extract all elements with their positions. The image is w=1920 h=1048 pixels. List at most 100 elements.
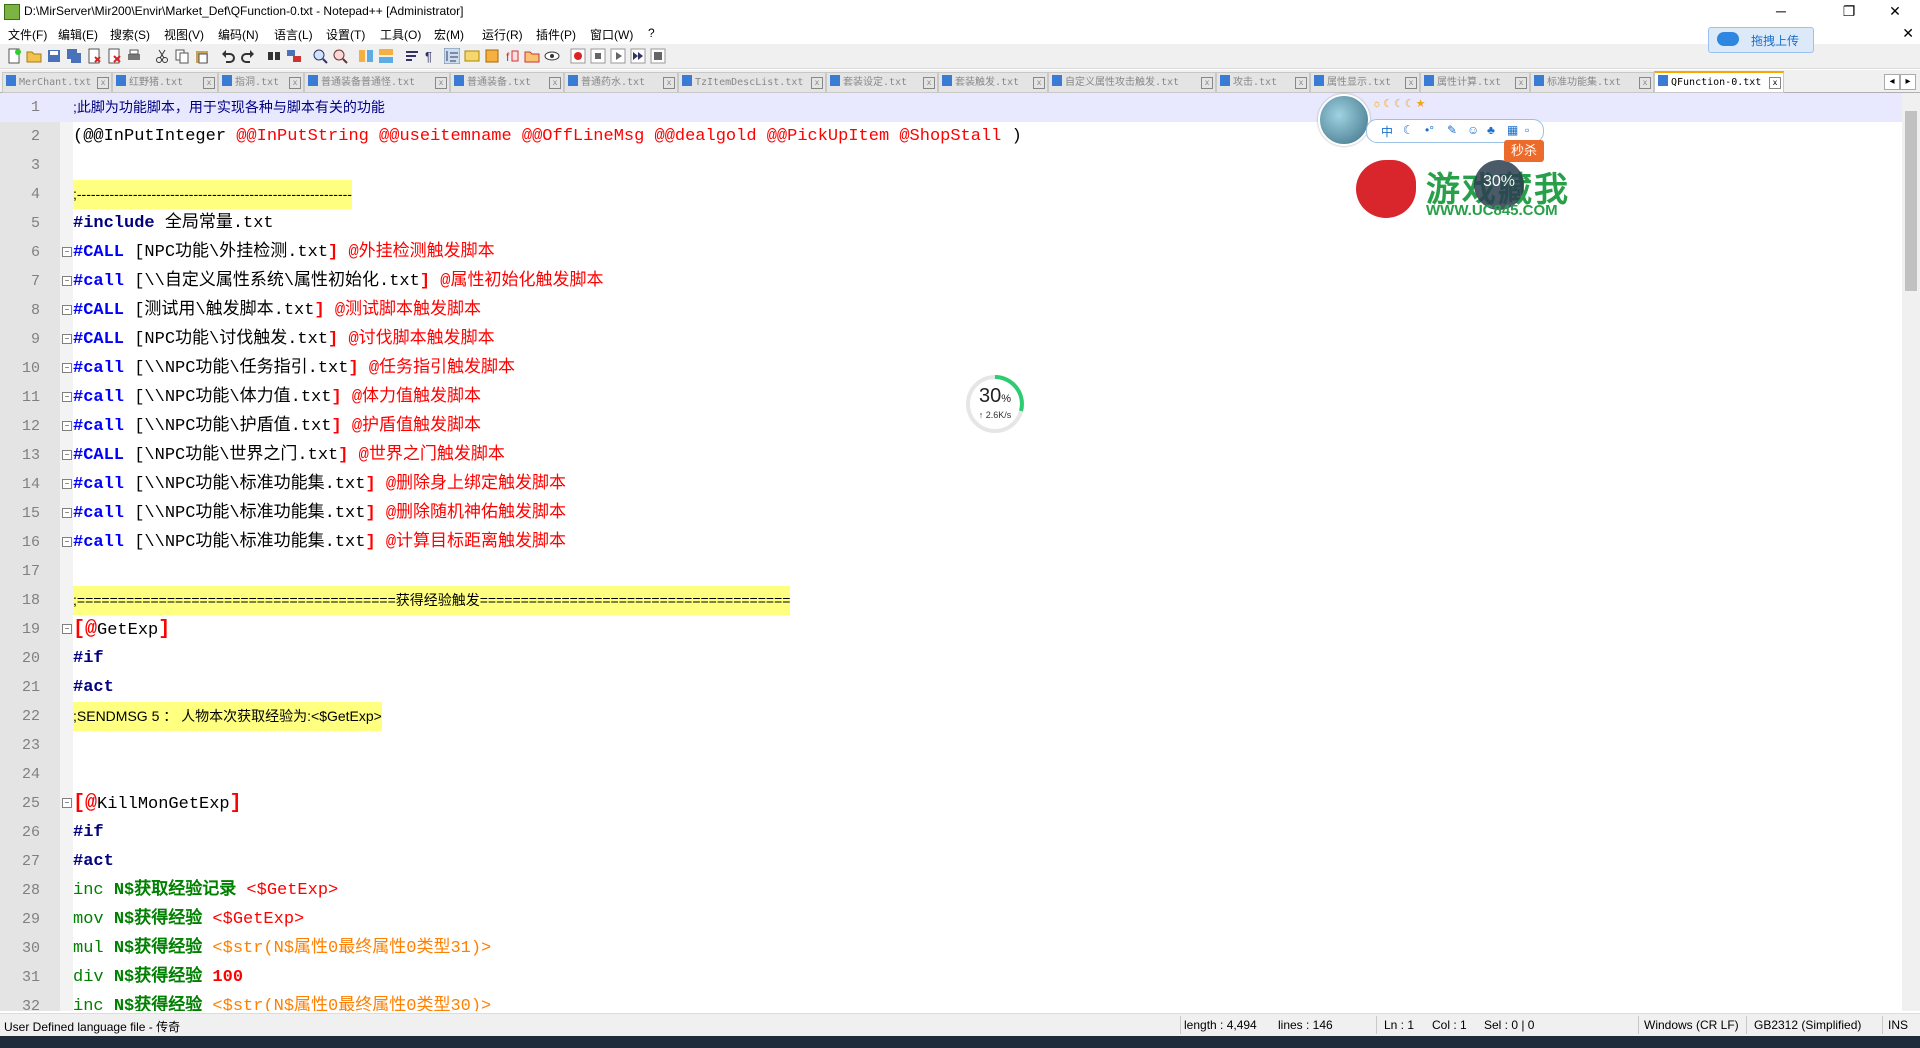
tab-normal-equip-monster[interactable]: 普通装备普通怪.txt x [304,72,450,93]
replace-icon[interactable] [286,48,302,64]
drag-upload-button[interactable]: 拖拽上传 [1708,27,1814,53]
fold-toggle-icon[interactable]: − [62,305,72,315]
code-editor[interactable]: 1 ;此脚为功能脚本，用于实现各种与脚本有关的功能 2 (@@InPutInte… [0,93,1902,1011]
flash-sale-badge[interactable]: 秒杀 [1504,140,1544,162]
save-icon[interactable] [46,48,62,64]
tab-standard-functions[interactable]: 标准功能集.txt x [1530,72,1654,93]
tab-red-boar[interactable]: 红野猪.txt x [112,72,218,93]
menu-window[interactable]: 窗口(W) [590,26,633,43]
tab-close-icon[interactable]: x [663,77,675,89]
tab-normal-potion[interactable]: 普通药水.txt x [564,72,678,93]
save-all-icon[interactable] [66,48,82,64]
sync-horizontal-icon[interactable] [378,48,394,64]
punctuation-icon[interactable]: •° [1425,123,1434,137]
close-button[interactable]: ✕ [1872,0,1918,22]
tab-merchant[interactable]: MerChant.txt x [2,72,112,93]
new-file-icon[interactable] [6,48,22,64]
doc-map-icon[interactable] [484,48,500,64]
ime-avatar[interactable] [1318,94,1370,146]
menu-help[interactable]: ? [648,26,655,40]
status-encoding[interactable]: GB2312 (Simplified) [1754,1018,1861,1032]
function-list-icon[interactable]: f [504,48,520,64]
lock-icon[interactable]: ▫ [1525,123,1529,137]
menu-tools[interactable]: 工具(O) [380,26,421,43]
fold-toggle-icon[interactable]: − [62,798,72,808]
save-macro-icon[interactable] [650,48,666,64]
tab-close-icon[interactable]: x [1405,77,1417,89]
tab-attack[interactable]: 攻击.txt x [1216,72,1310,93]
tab-attr-calc[interactable]: 属性计算.txt x [1420,72,1530,93]
tab-close-icon[interactable]: x [1033,77,1045,89]
menu-language[interactable]: 语言(L) [274,26,313,43]
tab-attr-display[interactable]: 属性显示.txt x [1310,72,1420,93]
menu-view[interactable]: 视图(V) [164,26,204,43]
tab-close-icon[interactable]: x [1515,77,1527,89]
tab-set-config[interactable]: 套装设定.txt x [826,72,938,93]
tab-custom-attack-trigger[interactable]: 自定义属性攻击触发.txt x [1048,72,1216,93]
scrollbar-thumb[interactable] [1905,111,1917,291]
ime-language-toggle[interactable]: 中 [1381,123,1393,140]
tab-tzitemdesclist[interactable]: TzItemDescList.txt x [678,72,826,93]
tab-close-icon[interactable]: x [435,77,447,89]
tab-close-icon[interactable]: x [811,77,823,89]
cut-icon[interactable] [154,48,170,64]
indent-guide-icon[interactable] [444,48,460,64]
fold-toggle-icon[interactable]: − [62,421,72,431]
status-eol[interactable]: Windows (CR LF) [1644,1018,1739,1032]
stop-macro-icon[interactable] [590,48,606,64]
tab-close-icon[interactable]: x [1201,77,1213,89]
show-all-chars-icon[interactable]: ¶ [422,48,438,64]
tab-qfunction-active[interactable]: QFunction-0.txt x [1654,71,1784,93]
tab-close-icon[interactable]: x [549,77,561,89]
menu-search[interactable]: 搜索(S) [110,26,150,43]
status-insert-mode[interactable]: INS [1888,1018,1908,1032]
tab-close-icon[interactable]: x [1295,77,1307,89]
tab-zhidong[interactable]: 指洞.txt x [218,72,304,93]
folder-workspace-icon[interactable] [524,48,540,64]
tab-close-icon[interactable]: x [97,77,109,89]
open-file-icon[interactable] [26,48,42,64]
tab-scroll-right-icon[interactable]: ▸ [1900,74,1916,90]
tab-close-icon[interactable]: x [289,77,301,89]
tab-close-icon[interactable]: x [1769,77,1781,89]
fold-toggle-icon[interactable]: − [62,363,72,373]
monitoring-icon[interactable] [544,48,560,64]
fold-toggle-icon[interactable]: − [62,276,72,286]
word-wrap-icon[interactable] [404,48,420,64]
menu-edit[interactable]: 编辑(E) [58,26,98,43]
fold-toggle-icon[interactable]: − [62,479,72,489]
menu-plugins[interactable]: 插件(P) [536,26,576,43]
play-macro-icon[interactable] [610,48,626,64]
menu-settings[interactable]: 设置(T) [326,26,365,43]
wrench-icon[interactable]: ✎ [1447,123,1457,137]
tab-close-icon[interactable]: x [923,77,935,89]
tab-scroll-left-icon[interactable]: ◂ [1884,74,1900,90]
zoom-out-icon[interactable] [332,48,348,64]
close-document-button[interactable]: ✕ [1902,25,1914,42]
find-icon[interactable] [266,48,282,64]
tab-normal-equip[interactable]: 普通装备.txt x [450,72,564,93]
close-file-icon[interactable] [86,48,102,64]
moon-icon[interactable]: ☾ [1403,123,1414,137]
fold-toggle-icon[interactable]: − [62,247,72,257]
redo-icon[interactable] [240,48,256,64]
vertical-scrollbar[interactable] [1902,93,1920,1011]
paste-icon[interactable] [194,48,210,64]
grid-icon[interactable]: ▦ [1507,123,1518,137]
menu-macro[interactable]: 宏(M) [434,26,464,43]
fold-toggle-icon[interactable]: − [62,392,72,402]
tab-set-trigger[interactable]: 套装触发.txt x [938,72,1048,93]
print-icon[interactable] [126,48,142,64]
close-all-icon[interactable] [106,48,122,64]
undo-icon[interactable] [220,48,236,64]
sync-vertical-icon[interactable] [358,48,374,64]
menu-run[interactable]: 运行(R) [482,26,523,43]
copy-icon[interactable] [174,48,190,64]
fold-toggle-icon[interactable]: − [62,624,72,634]
tab-close-icon[interactable]: x [203,77,215,89]
minimize-button[interactable]: ─ [1758,0,1804,22]
menu-encoding[interactable]: 编码(N) [218,26,259,43]
emoji-icon[interactable]: ☺ [1467,123,1479,137]
record-macro-icon[interactable] [570,48,586,64]
tab-close-icon[interactable]: x [1639,77,1651,89]
